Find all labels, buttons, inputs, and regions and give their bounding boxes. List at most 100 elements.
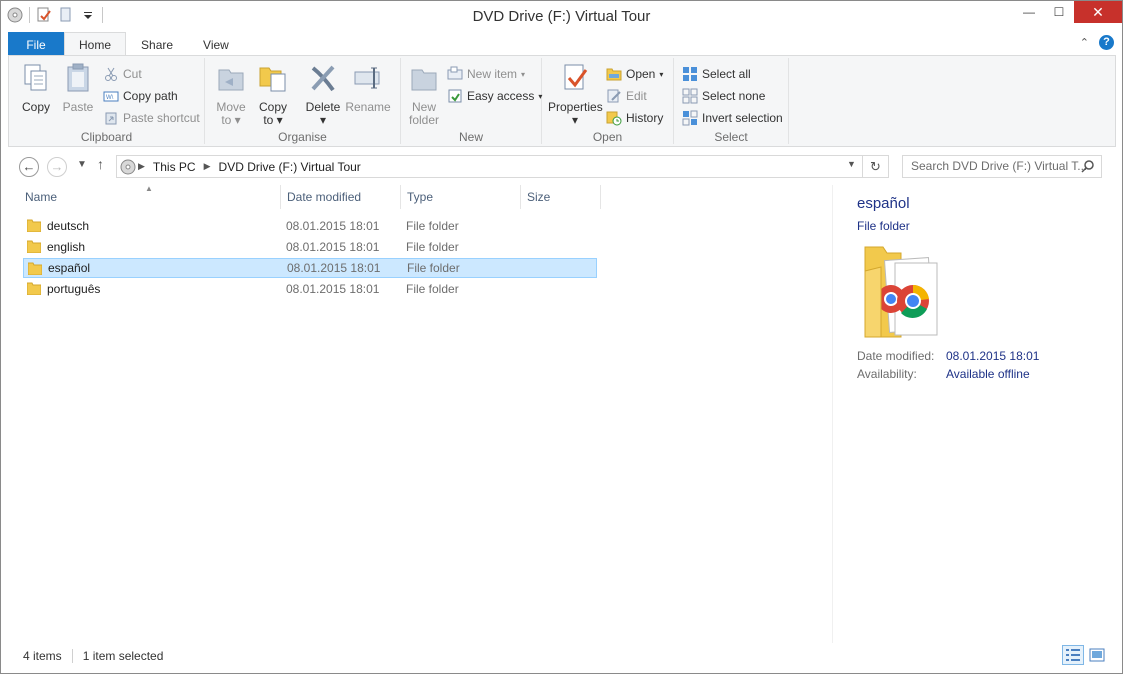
select-none-icon: [682, 88, 698, 104]
recent-locations-dropdown[interactable]: ▼: [77, 159, 87, 170]
select-all-icon: [683, 67, 697, 81]
file-name: português: [47, 282, 101, 296]
help-icon[interactable]: ?: [1099, 35, 1114, 50]
details-view-button[interactable]: [1062, 645, 1084, 665]
group-open: Properties ▾ Open ▾ Edit History Open: [542, 58, 674, 144]
preview-availability-value: Available offline: [946, 367, 1030, 381]
breadcrumb-this-pc[interactable]: This PC: [147, 160, 202, 174]
cut-button[interactable]: Cut: [103, 66, 142, 82]
disc-drive-icon: [120, 159, 136, 174]
edit-pencil-icon: [607, 89, 621, 103]
paste-shortcut-icon: [105, 112, 117, 125]
group-clipboard: Copy Paste Cut W\ Copy path Paste shortc…: [9, 58, 205, 144]
history-icon: [606, 111, 622, 126]
copy-to-button[interactable]: Copy to ▾: [255, 62, 291, 127]
column-header-size[interactable]: Size: [521, 185, 601, 209]
open-folder-icon: [606, 68, 622, 81]
new-item-button[interactable]: New item ▾: [447, 66, 525, 82]
search-icon: [1081, 160, 1094, 173]
folder-preview-icon: [864, 246, 938, 338]
window-title: DVD Drive (F:) Virtual Tour: [472, 8, 651, 25]
ribbon-tabs: File Home Share View: [8, 32, 244, 56]
large-icons-view-button[interactable]: [1086, 645, 1108, 665]
group-organise: Move to ▾ Copy to ▾ Delete ▾ Rename Orga…: [205, 58, 401, 144]
copy-path-icon: W\: [103, 91, 119, 102]
minimize-button[interactable]: —: [1014, 1, 1044, 23]
address-bar[interactable]: ▶ This PC ▶ DVD Drive (F:) Virtual Tour: [116, 155, 863, 178]
folder-icon: [27, 282, 41, 295]
address-history-dropdown[interactable]: ▼: [847, 159, 856, 169]
window-controls: — ☐ ✕: [1014, 1, 1122, 23]
paste-button[interactable]: Paste: [61, 62, 95, 114]
preview-pane-divider[interactable]: [832, 185, 833, 643]
invert-selection-icon: [682, 110, 698, 126]
clipboard-icon: [67, 63, 89, 92]
group-new: New folder New item ▾ Easy access ▾ New: [401, 58, 542, 144]
folder-icon: [27, 240, 41, 253]
status-item-count: 4 items: [23, 649, 62, 663]
maximize-button[interactable]: ☐: [1044, 1, 1074, 23]
copy-icon: [24, 64, 47, 91]
file-type: File folder: [406, 219, 459, 233]
move-to-icon: [218, 69, 244, 91]
file-name: english: [47, 240, 86, 254]
copy-to-icon: [259, 67, 286, 92]
file-row-selected[interactable]: español 08.01.2015 18:01 File folder: [23, 258, 597, 278]
copy-path-button[interactable]: W\ Copy path: [103, 88, 178, 104]
refresh-button[interactable]: ↻: [863, 155, 889, 178]
tab-share[interactable]: Share: [126, 32, 188, 56]
preview-availability-label: Availability:: [857, 367, 917, 381]
preview-title: español: [857, 195, 910, 212]
details-view-icon: [1066, 649, 1080, 661]
tab-file[interactable]: File: [8, 32, 64, 56]
invert-selection-button[interactable]: Invert selection: [682, 110, 783, 126]
rename-button[interactable]: Rename: [345, 62, 391, 114]
properties-button[interactable]: Properties ▾: [548, 62, 603, 127]
file-date: 08.01.2015 18:01: [286, 240, 380, 254]
paste-shortcut-button[interactable]: Paste shortcut: [103, 110, 200, 126]
breadcrumb-dvd-drive[interactable]: DVD Drive (F:) Virtual Tour: [213, 160, 367, 174]
explorer-window: DVD Drive (F:) Virtual Tour — ☐ ✕ File H…: [0, 0, 1123, 674]
file-row[interactable]: english 08.01.2015 18:01 File folder: [23, 237, 597, 257]
breadcrumb-chevron-icon[interactable]: ▶: [136, 161, 147, 172]
select-none-button[interactable]: Select none: [682, 88, 765, 104]
column-header-type[interactable]: Type: [401, 185, 521, 209]
move-to-button[interactable]: Move to ▾: [213, 62, 249, 127]
title-bar: DVD Drive (F:) Virtual Tour — ☐ ✕: [1, 1, 1122, 31]
search-box[interactable]: Search DVD Drive (F:) Virtual T...: [902, 155, 1102, 178]
forward-button[interactable]: →: [47, 157, 67, 177]
file-date: 08.01.2015 18:01: [286, 282, 380, 296]
view-toggle: [1062, 645, 1108, 665]
easy-access-icon: [448, 89, 462, 103]
easy-access-button[interactable]: Easy access ▾: [447, 88, 542, 104]
svg-text:W\: W\: [106, 95, 114, 101]
select-all-button[interactable]: Select all: [682, 66, 751, 82]
collapse-ribbon-icon[interactable]: ⌃: [1080, 36, 1089, 49]
edit-button[interactable]: Edit: [606, 88, 647, 104]
file-date: 08.01.2015 18:01: [286, 219, 380, 233]
tab-home[interactable]: Home: [64, 32, 127, 56]
large-icons-view-icon: [1089, 648, 1105, 662]
properties-check-icon: [564, 64, 588, 90]
folder-icon: [27, 219, 41, 232]
rename-icon: [354, 67, 380, 89]
delete-button[interactable]: Delete ▾: [305, 62, 341, 127]
delete-x-icon: [311, 65, 335, 92]
preview-date-value: 08.01.2015 18:01: [946, 349, 1040, 363]
tab-view[interactable]: View: [188, 32, 244, 56]
close-button[interactable]: ✕: [1074, 1, 1122, 23]
new-folder-button[interactable]: New folder: [405, 62, 443, 127]
file-name: español: [48, 261, 91, 275]
open-button[interactable]: Open ▾: [606, 66, 663, 82]
preview-date-label: Date modified:: [857, 349, 935, 363]
column-header-date[interactable]: Date modified: [281, 185, 401, 209]
file-row[interactable]: português 08.01.2015 18:01 File folder: [23, 279, 597, 299]
up-button[interactable]: ↑: [97, 156, 104, 172]
back-button[interactable]: ←: [19, 157, 39, 177]
breadcrumb-chevron-icon[interactable]: ▶: [202, 161, 213, 172]
file-row[interactable]: deutsch 08.01.2015 18:01 File folder: [23, 216, 597, 236]
history-button[interactable]: History: [606, 110, 663, 126]
copy-button[interactable]: Copy: [19, 62, 53, 114]
group-label-organise: Organise: [278, 130, 327, 144]
new-folder-icon: [411, 69, 437, 91]
